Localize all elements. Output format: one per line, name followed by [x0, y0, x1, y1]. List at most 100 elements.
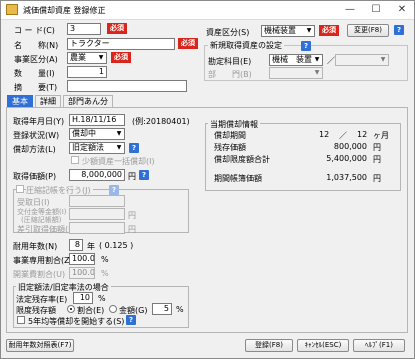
five-year-label: 5年均等償却を開始する(S) [28, 317, 125, 326]
acq-date-input[interactable]: H.18/11/16 [69, 114, 125, 126]
pre-business-input[interactable]: 100.00 [69, 267, 95, 279]
dialog-window: 減価償却資産 登録修正 — ☐ ✕ コ ー ド(C) 3 必須 名 称(N) ト… [0, 0, 415, 359]
life-label: 耐用年数(N) [13, 242, 58, 251]
acq-date-example: (例:20180401) [132, 117, 190, 126]
minimize-icon[interactable]: — [337, 1, 363, 19]
help-icon[interactable]: ? [109, 185, 119, 195]
chevron-down-icon: ▼ [116, 144, 122, 151]
months-separator: ／ [339, 131, 347, 140]
dept-select[interactable]: ▼ [269, 67, 323, 79]
cost-label: 取得価額(P) [13, 172, 57, 181]
name-input[interactable]: トラクター [67, 38, 175, 50]
amount-radio[interactable] [109, 305, 117, 313]
yen-unit: 円 [128, 211, 136, 220]
reg-status-label: 登録状況(W) [13, 131, 60, 140]
ratio-radio-label: 割合(E) [77, 306, 105, 315]
months-label: 償却期間 [214, 131, 246, 140]
business-value: 農業 [70, 53, 86, 62]
save-button[interactable]: 登録(F8) [245, 339, 293, 352]
remain-value: 800,000 [333, 142, 367, 151]
close-icon[interactable]: ✕ [389, 1, 415, 19]
code-input[interactable]: 3 [67, 23, 101, 35]
life-unit: 年 [87, 242, 95, 251]
name-label: 名 称(N) [14, 41, 59, 50]
ratio-label: 事業専用割合(Z) [13, 256, 73, 265]
help-icon[interactable]: ? [129, 143, 139, 153]
change-button[interactable]: 変更(F8) [347, 24, 389, 37]
pre-business-label: 開業費割合(U) [13, 270, 66, 279]
asset-class-select[interactable]: 機械装置 ▼ [261, 25, 315, 37]
chevron-down-icon: ▼ [306, 27, 312, 34]
salvage-input[interactable]: 10 [73, 292, 93, 304]
yen-unit: 円 [128, 225, 136, 234]
help-button[interactable]: ﾍﾙﾌﾟ(F1) [353, 339, 405, 352]
deduct-label: 差引取得価額(I) [17, 225, 74, 234]
life-input[interactable]: 8 [69, 239, 83, 251]
method-value: 旧定額法 [72, 143, 104, 152]
chevron-down-icon: ▼ [314, 69, 320, 76]
compressed-checkbox[interactable] [16, 185, 24, 193]
months-total: 12 [357, 130, 368, 139]
five-year-checkbox[interactable] [17, 316, 25, 324]
months-unit: ヶ月 [373, 131, 389, 140]
code-label: コ ー ド(C) [14, 26, 55, 35]
limit-total-label: 償却限度額合計 [214, 155, 270, 164]
new-asset-group-title: 新規取得資産の設定 [208, 40, 284, 51]
account-label: 勘定科目(E) [208, 57, 252, 66]
months-value: 12 [319, 130, 330, 139]
received-date-input[interactable] [69, 195, 125, 207]
life-rate: ( 0.125 ) [99, 241, 134, 250]
help-icon[interactable]: ? [139, 170, 149, 180]
lump-sum-checkbox[interactable] [71, 156, 79, 164]
ratio-radio[interactable] [67, 305, 75, 313]
old-method-group-title: 旧定額法/旧定率法の場合 [16, 282, 111, 293]
window-title: 減価償却資産 登録修正 [23, 6, 106, 15]
business-select[interactable]: 農業 ▼ [67, 52, 107, 64]
deduct-input[interactable] [69, 222, 125, 234]
current-info-title: 当期償却情報 [208, 119, 260, 130]
reg-status-select[interactable]: 償却中 ▼ [69, 128, 125, 140]
summary-label: 摘 要(T) [14, 83, 58, 92]
limit-input[interactable]: 5 [152, 303, 172, 315]
help-icon[interactable]: ? [394, 25, 404, 35]
maximize-icon[interactable]: ☐ [363, 1, 389, 19]
tab-detail[interactable]: 詳細 [35, 95, 61, 107]
reg-status-value: 償却中 [72, 129, 96, 138]
account-value: 機械 装置 [272, 55, 312, 64]
salvage-label: 法定残存率(E) [16, 295, 68, 304]
required-badge: 必須 [107, 23, 127, 34]
period-unit: 円 [373, 174, 381, 183]
chevron-down-icon: ▼ [314, 56, 320, 63]
asset-class-value: 機械装置 [264, 26, 296, 35]
title-bar: 減価償却資産 登録修正 — ☐ ✕ [1, 1, 414, 20]
account-separator: ／ [327, 56, 335, 65]
remain-label: 残存価額 [214, 143, 246, 152]
pct-unit: % [101, 255, 109, 264]
limit-total-unit: 円 [373, 155, 381, 164]
help-icon[interactable]: ? [126, 315, 136, 325]
limit-unit: % [176, 305, 184, 314]
remain-unit: 円 [373, 143, 381, 152]
required-badge: 必須 [319, 25, 339, 36]
tab-dept-allocation[interactable]: 部門あん分 [63, 95, 113, 107]
lump-sum-label: 少額資産一括償却(I) [82, 157, 155, 166]
period-label: 期間帳簿価額 [214, 174, 262, 183]
business-label: 事業区分(A) [14, 55, 58, 64]
tab-basic[interactable]: 基本 [7, 95, 33, 107]
life-table-button[interactable]: 耐用年数対照表(F7) [6, 339, 74, 352]
subsidy-input[interactable] [69, 208, 125, 220]
chevron-down-icon: ▼ [116, 130, 122, 137]
dept-label: 部 門(B) [208, 70, 252, 79]
method-label: 償却方法(L) [13, 145, 56, 154]
ratio-input[interactable]: 100.00 [69, 253, 95, 265]
help-icon[interactable]: ? [301, 41, 311, 51]
period-value: 1,037,500 [326, 173, 367, 182]
account-select[interactable]: 機械 装置 ▼ [269, 54, 323, 66]
chevron-down-icon: ▼ [380, 56, 386, 63]
sub-account-select[interactable]: ▼ [335, 54, 389, 66]
summary-input[interactable] [67, 80, 187, 92]
cost-input[interactable]: 8,000,000 [69, 169, 125, 181]
quantity-input[interactable]: 1 [67, 66, 107, 78]
cancel-button[interactable]: ｷｬﾝｾﾙ(ESC) [297, 339, 349, 352]
method-select[interactable]: 旧定額法 ▼ [69, 142, 125, 154]
